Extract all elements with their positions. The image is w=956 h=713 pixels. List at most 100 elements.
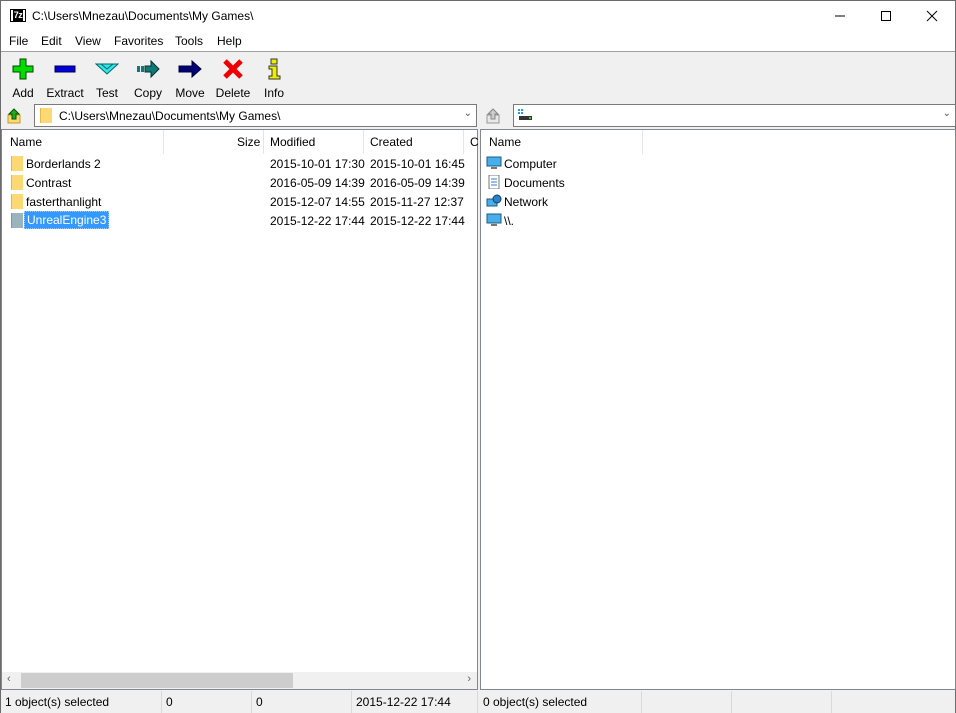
left-status-selected: 1 object(s) selected [1,691,162,713]
location-name: Network [504,195,549,209]
test-button[interactable]: Test [85,57,129,100]
copy-icon [137,59,160,79]
column-divider[interactable] [642,130,643,154]
column-divider[interactable] [463,130,464,154]
left-address-row: C:\Users\Mnezau\Documents\My Games\ ⌄ [1,102,478,129]
right-up-folder-button[interactable] [483,106,505,126]
location-row[interactable]: Documents [481,173,955,192]
maximize-icon [881,11,891,21]
move-icon [178,59,202,79]
folder-icon [11,175,23,190]
menu-bar: File Edit View Favorites Tools Help [1,31,955,52]
delete-icon [223,59,243,79]
file-created: 2015-12-22 17:44 [370,214,465,228]
left-status-packed: 0 [252,691,352,713]
folder-up-icon [7,108,21,124]
computer-icon [486,156,502,169]
column-header-size[interactable]: Size [237,135,260,149]
file-modified: 2016-05-09 14:39 [270,176,365,190]
maximize-button[interactable] [863,1,909,31]
file-row[interactable]: Contrast 2016-05-09 14:39 2016-05-09 14:… [2,173,477,192]
column-divider[interactable] [363,130,364,154]
menu-view[interactable]: View [75,34,101,48]
folder-icon [40,108,52,123]
folder-up-icon [486,108,500,124]
folder-icon [11,194,23,209]
file-name: fasterthanlight [26,195,102,209]
minimize-button[interactable] [817,1,863,31]
status-bar: 1 object(s) selected 0 0 2015-12-22 17:4… [1,691,955,713]
right-address-combobox[interactable]: ⌄ [513,104,956,127]
menu-tools[interactable]: Tools [175,34,203,48]
column-header-comment[interactable]: C [470,135,479,149]
location-row[interactable]: Computer [481,154,955,173]
left-address-combobox[interactable]: C:\Users\Mnezau\Documents\My Games\ ⌄ [34,104,477,127]
right-status-selected: 0 object(s) selected [479,691,642,713]
location-name: \\. [504,214,515,228]
column-header-name[interactable]: Name [489,135,521,149]
add-icon [12,58,34,80]
toolbar: Add Extract Test Copy Move Delete Info [1,53,955,101]
horizontal-scrollbar[interactable]: ‹ › [2,672,477,689]
title-bar: 7z C:\Users\Mnezau\Documents\My Games\ [1,1,955,31]
network-icon [486,194,502,207]
window-title: C:\Users\Mnezau\Documents\My Games\ [32,9,254,23]
left-pane: C:\Users\Mnezau\Documents\My Games\ ⌄ Na… [1,102,479,690]
column-header-modified[interactable]: Modified [270,135,315,149]
file-name: Borderlands 2 [26,157,101,171]
left-status-size: 0 [162,691,252,713]
column-divider[interactable] [263,130,264,154]
chevron-down-icon[interactable]: ⌄ [464,108,472,119]
7zip-app-icon: 7z [10,9,26,22]
right-pane: ⌄ Name Computer Documents Network \\. [480,102,956,690]
drive-icon [518,109,532,120]
folder-icon [11,213,23,228]
copy-button[interactable]: Copy [126,57,170,100]
column-header-name[interactable]: Name [10,135,42,149]
move-button[interactable]: Move [168,57,212,100]
right-list-header: Name [481,130,955,154]
extract-button[interactable]: Extract [43,57,87,100]
info-button[interactable]: Info [252,57,296,100]
close-icon [926,10,938,22]
minimize-icon [835,15,845,17]
menu-help[interactable]: Help [217,34,242,48]
file-row[interactable]: Borderlands 2 2015-10-01 17:30 2015-10-0… [2,154,477,173]
scroll-left-icon[interactable]: ‹ [7,673,11,685]
menu-favorites[interactable]: Favorites [114,34,163,48]
computer-icon [486,213,502,226]
delete-button[interactable]: Delete [211,57,255,100]
right-address-row: ⌄ [480,102,956,129]
file-name: Contrast [26,176,72,190]
chevron-down-icon[interactable]: ⌄ [943,108,951,119]
left-up-folder-button[interactable] [4,106,26,126]
right-status-size [642,691,732,713]
location-row[interactable]: \\. [481,211,955,230]
scroll-right-icon[interactable]: › [467,673,471,685]
column-divider[interactable] [163,130,164,154]
file-modified: 2015-12-07 14:55 [270,195,365,209]
documents-icon [488,175,500,189]
menu-file[interactable]: File [9,34,28,48]
file-created: 2015-10-01 16:45 [370,157,465,171]
right-status-modified [832,691,955,713]
location-name: Documents [504,176,565,190]
file-name: UnrealEngine3 [24,211,110,229]
right-file-list: Name Computer Documents Network \\. [480,129,956,690]
folder-icon [11,156,23,171]
right-status-packed [732,691,832,713]
column-header-created[interactable]: Created [370,135,413,149]
location-row[interactable]: Network [481,192,955,211]
app-window: 7z C:\Users\Mnezau\Documents\My Games\ F… [0,0,956,713]
left-status-modified: 2015-12-22 17:44 [352,691,478,713]
file-created: 2015-11-27 12:37 [370,195,464,209]
file-modified: 2015-12-22 17:44 [270,214,365,228]
file-created: 2016-05-09 14:39 [370,176,465,190]
file-row-selected[interactable]: UnrealEngine3 2015-12-22 17:44 2015-12-2… [2,211,477,230]
left-address-text: C:\Users\Mnezau\Documents\My Games\ [59,109,281,123]
close-button[interactable] [909,1,955,31]
menu-edit[interactable]: Edit [41,34,62,48]
file-row[interactable]: fasterthanlight 2015-12-07 14:55 2015-11… [2,192,477,211]
add-button[interactable]: Add [1,57,45,100]
scrollbar-thumb[interactable] [21,673,293,688]
